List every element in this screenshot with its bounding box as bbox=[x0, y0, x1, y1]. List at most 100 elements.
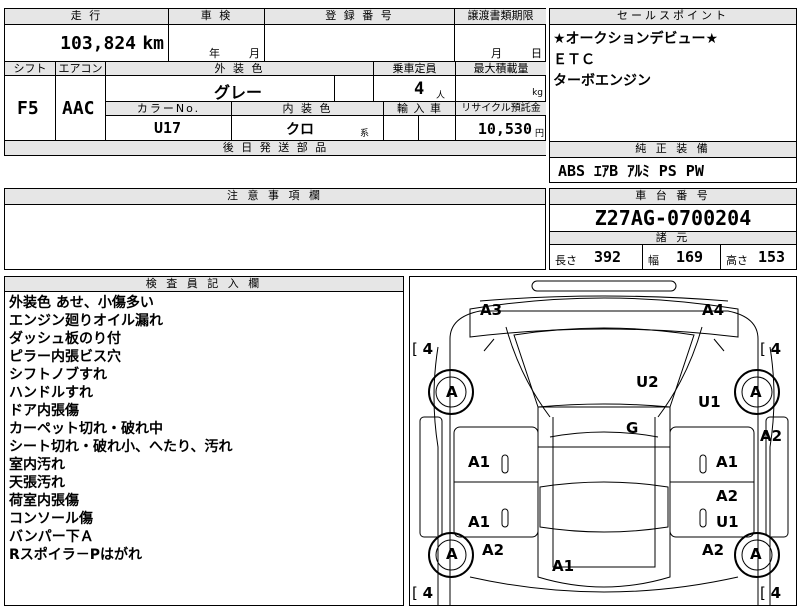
inspector-note: エンジン廻りオイル漏れ bbox=[9, 313, 163, 329]
import-header: 輸 入 車 bbox=[383, 102, 455, 116]
inspector-note: 外装色 あせ、小傷多い bbox=[9, 295, 154, 311]
colorno-value: U17 bbox=[154, 119, 182, 137]
chassis-box: 車 台 番 号 Z27AG-0700204 諸 元 長さ 392 幅 169 高… bbox=[549, 188, 797, 270]
later-parts-header: 後 日 発 送 部 品 bbox=[5, 141, 546, 155]
damage-label-u2: U2 bbox=[636, 373, 659, 391]
sales-point-line: ★オークションデビュー★ bbox=[553, 31, 719, 47]
damage-label-a3: A3 bbox=[480, 301, 503, 319]
damage-label-u1-top: U1 bbox=[698, 393, 721, 411]
inspection-header: 車 検 bbox=[168, 9, 264, 25]
import-value-cell bbox=[383, 116, 455, 140]
width-label: 幅 bbox=[648, 254, 659, 267]
sales-points-header: セールスポイント bbox=[550, 9, 796, 25]
chassis-number: Z27AG-0700204 bbox=[594, 206, 752, 230]
sales-point-line: ターボエンジン bbox=[553, 73, 651, 89]
capacity-unit: 人 bbox=[436, 91, 446, 101]
maxload-value-cell: kg bbox=[455, 76, 546, 102]
damage-label-a1-right-mid: A1 bbox=[716, 453, 739, 471]
colorno-value-cell: U17 bbox=[105, 116, 231, 140]
damage-label-u1-right-low: U1 bbox=[716, 513, 739, 531]
sales-points-list: ★オークションデビュー★ ＥＴＣ ターボエンジン bbox=[553, 29, 718, 92]
tire-front-right-grade: A bbox=[750, 383, 762, 401]
damage-label-a2-right-mid: A2 bbox=[716, 487, 739, 505]
caution-box: 注 意 事 項 欄 bbox=[4, 188, 546, 270]
tire-depth-rear-right: [ 4 bbox=[760, 584, 782, 602]
chassis-header: 車 台 番 号 bbox=[550, 189, 796, 205]
inspection-month: 月 bbox=[249, 47, 260, 60]
damage-label-a1-left-mid: A1 bbox=[468, 453, 491, 471]
transfer-day: 日 bbox=[531, 47, 542, 60]
damage-label-a2-right: A2 bbox=[760, 427, 783, 445]
sales-points-box: セールスポイント ★オークションデビュー★ ＥＴＣ ターボエンジン bbox=[549, 8, 797, 143]
specs-header: 諸 元 bbox=[550, 231, 796, 245]
transfer-header: 譲渡書類期限 bbox=[454, 9, 546, 25]
tire-depth-rear-left: [ 4 bbox=[412, 584, 434, 602]
inspector-note: ピラー内張ビス穴 bbox=[9, 349, 121, 365]
exterior-value-cell: グレー bbox=[105, 76, 373, 102]
inspector-header: 検 査 員 記 入 欄 bbox=[5, 277, 403, 292]
interior-header: 内 装 色 bbox=[231, 102, 383, 116]
inspector-note: バンパー下Ａ bbox=[9, 529, 94, 545]
tire-depth-front-left: [ 4 bbox=[412, 340, 434, 358]
inspector-note: コンソール傷 bbox=[9, 511, 93, 527]
inspector-note: ドア内張傷 bbox=[9, 403, 79, 419]
interior-suffix: 系 bbox=[360, 129, 370, 139]
capacity-value: 4 bbox=[414, 79, 425, 99]
shift-header: シフト bbox=[5, 62, 55, 76]
inspector-note: 荷室内張傷 bbox=[9, 493, 79, 509]
transfer-month: 月 bbox=[491, 47, 502, 60]
registration-value-cell bbox=[264, 25, 454, 61]
recycle-unit: 円 bbox=[534, 129, 544, 139]
damage-label-a1-left-low: A1 bbox=[468, 513, 491, 531]
tire-front-left-grade: A bbox=[446, 383, 458, 401]
tire-rear-right-grade: A bbox=[750, 545, 762, 563]
recycle-header: リサイクル預託金 bbox=[455, 102, 546, 116]
shift-value-cell: F5 bbox=[5, 76, 55, 140]
car-diagram-box: [ 4 [ 4 [ 4 [ 4 A A A A A3 A4 U2 U1 G A2… bbox=[409, 276, 797, 606]
capacity-value-cell: 4 人 bbox=[373, 76, 455, 102]
car-outline-diagram bbox=[419, 280, 789, 605]
damage-label-g: G bbox=[626, 419, 639, 437]
inspector-note: シフトノブすれ bbox=[9, 367, 107, 383]
height-value: 153 bbox=[758, 248, 786, 266]
inspection-value-cell: 年 月 bbox=[168, 25, 264, 61]
aircon-value-cell: AAC bbox=[55, 76, 105, 140]
tire-depth-front-right: [ 4 bbox=[760, 340, 782, 358]
damage-label-a1-bottom: A1 bbox=[552, 557, 575, 575]
inspector-note: シート切れ・破れ小、へたり、汚れ bbox=[9, 439, 233, 455]
inspector-note: ダッシュ板のり付 bbox=[9, 331, 121, 347]
inspector-note: ハンドルすれ bbox=[9, 385, 93, 401]
aircon-value: AAC bbox=[62, 98, 95, 119]
aircon-header: エアコン bbox=[55, 62, 105, 76]
transfer-value-cell: 月 日 bbox=[454, 25, 546, 61]
caution-header: 注 意 事 項 欄 bbox=[5, 189, 545, 205]
mileage-value: 103,824 bbox=[60, 33, 136, 54]
equipment-header: 純 正 装 備 bbox=[550, 142, 796, 158]
inspection-year: 年 bbox=[209, 47, 220, 60]
damage-label-a2-right-bottom: A2 bbox=[702, 541, 725, 559]
inspector-notes-list: 外装色 あせ、小傷多い エンジン廻りオイル漏れ ダッシュ板のり付 ピラー内張ビス… bbox=[9, 294, 232, 564]
length-value: 392 bbox=[594, 248, 622, 266]
width-value: 169 bbox=[676, 248, 704, 266]
mileage-header: 走 行 bbox=[5, 9, 168, 25]
equipment-box: 純 正 装 備 ABS ｴｱB ｱﾙﾐ PS PW bbox=[549, 141, 797, 183]
capacity-header: 乗車定員 bbox=[373, 62, 455, 76]
height-label: 高さ bbox=[726, 254, 748, 267]
shift-value: F5 bbox=[17, 98, 39, 119]
maxload-header: 最大積載量 bbox=[455, 62, 546, 76]
damage-label-a2-left-bottom: A2 bbox=[482, 541, 505, 559]
mileage-unit: km bbox=[142, 33, 164, 54]
mileage-value-cell: 103,824 km bbox=[5, 25, 168, 61]
maxload-unit: kg bbox=[532, 88, 543, 98]
inspector-note: 室内汚れ bbox=[9, 457, 65, 473]
recycle-value: 10,530 bbox=[477, 120, 532, 138]
interior-value: クロ bbox=[286, 122, 314, 138]
registration-header: 登 録 番 号 bbox=[264, 9, 454, 25]
length-label: 長さ bbox=[555, 254, 577, 267]
inspector-note: 天張汚れ bbox=[9, 475, 65, 491]
colorno-header: カラーNo. bbox=[105, 102, 231, 116]
tire-rear-left-grade: A bbox=[446, 545, 458, 563]
exterior-value: グレー bbox=[214, 83, 263, 102]
exterior-header: 外 装 色 bbox=[105, 62, 373, 76]
inspector-note: Rスポイラ－Pはがれ bbox=[9, 547, 143, 563]
